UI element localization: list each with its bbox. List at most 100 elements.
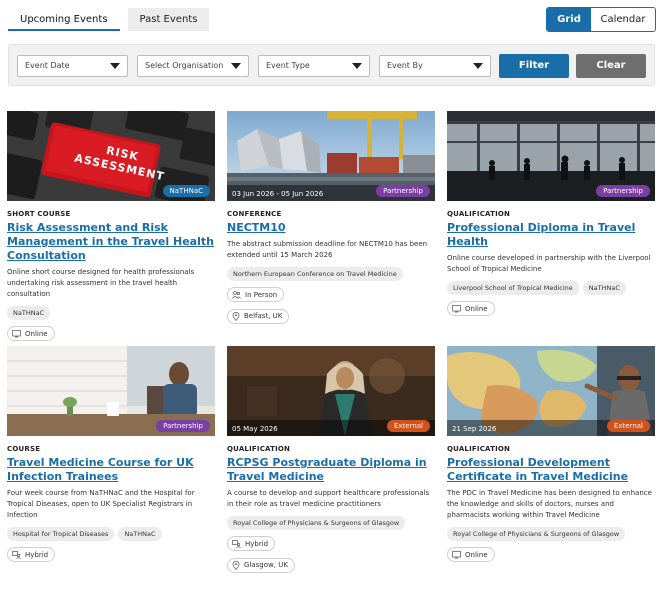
delivery-mode-label: Online [465, 304, 488, 313]
tab-past-events[interactable]: Past Events [127, 8, 210, 31]
event-image-graduate[interactable]: 05 May 2026 External [227, 346, 435, 436]
card-tags: Hospital for Tropical Diseases NaTHNaC [7, 527, 215, 541]
chevron-down-icon [473, 63, 483, 69]
delivery-mode: Hybrid [227, 536, 276, 551]
event-card: Partnership Qualification Professional D… [447, 111, 655, 317]
card-tags: NaTHNaC [7, 306, 215, 320]
clear-button[interactable]: Clear [576, 54, 646, 78]
location-pin-icon [232, 311, 240, 321]
delivery-mode-label: Online [25, 329, 48, 338]
chevron-down-icon [110, 63, 120, 69]
hybrid-icon [12, 550, 21, 559]
card-title-link[interactable]: Travel Medicine Course for UK Infection … [7, 456, 215, 484]
delivery-mode: Hybrid [7, 547, 56, 562]
delivery-mode: Online [7, 326, 55, 341]
event-image-belfast[interactable]: 03 Jun 2026 - 05 Jun 2026 Partnership [227, 111, 435, 201]
card-description: Four week course from NaTHNaC and the Ho… [7, 489, 195, 519]
provider-badge: External [386, 420, 430, 432]
provider-badge: Partnership [376, 185, 430, 197]
meta-row: Online [447, 295, 655, 317]
chevron-down-icon [352, 63, 362, 69]
organisation-select-label: Select Organisation [145, 61, 224, 70]
organisation-tag: NaTHNaC [7, 306, 51, 320]
organisation-tag: Royal College of Physicians & Surgeons o… [227, 516, 406, 530]
card-type: Qualification [447, 210, 511, 218]
grid-view-button[interactable]: Grid [547, 8, 591, 31]
card-tags: Royal College of Physicians & Surgeons o… [447, 527, 655, 541]
card-title-link[interactable]: Professional Development Certificate in … [447, 456, 655, 484]
event-card: Partnership Course Travel Medicine Cours… [7, 346, 215, 563]
event-date: 21 Sep 2026 [452, 425, 497, 433]
organisation-tag: NaTHNaC [582, 281, 626, 295]
monitor-icon [452, 550, 461, 558]
card-title-link[interactable]: NECTM10 [227, 221, 435, 235]
meta-row: Hybrid [227, 530, 435, 552]
organisation-tag: Hospital for Tropical Diseases [7, 527, 115, 541]
event-date-select[interactable]: Event Date [17, 55, 128, 77]
card-type: Conference [227, 210, 282, 218]
filter-bar: Event Date Select Organisation Event Typ… [8, 44, 655, 86]
organisation-tag: Northern European Conference on Travel M… [227, 267, 403, 281]
meta-row: Online [7, 320, 215, 342]
card-description: Online short course designed for health … [7, 268, 195, 298]
event-card: RISK ASSESSMENT NaTHNaC Short Course Ris… [7, 111, 215, 342]
provider-badge: Partnership [596, 185, 650, 197]
event-type-select[interactable]: Event Type [258, 55, 370, 77]
view-toggle: Grid Calendar [546, 7, 656, 32]
card-description: A course to develop and support healthca… [227, 489, 430, 508]
event-tabs: Upcoming Events Past Events [8, 8, 210, 31]
card-type: Course [7, 445, 41, 453]
provider-badge: NaTHNaC [162, 185, 210, 197]
card-description: Online course developed in partnership w… [447, 254, 651, 273]
card-tags: Royal College of Physicians & Surgeons o… [227, 516, 435, 530]
monitor-icon [12, 329, 21, 337]
card-type: Qualification [227, 445, 291, 453]
delivery-mode: In Person [227, 287, 285, 302]
chevron-down-icon [231, 63, 241, 69]
event-date-select-label: Event Date [25, 61, 70, 70]
provider-badge: Partnership [156, 420, 210, 432]
event-location: Glasgow, UK [227, 557, 295, 573]
monitor-icon [452, 304, 461, 312]
event-card: 03 Jun 2026 - 05 Jun 2026 Partnership Co… [227, 111, 435, 325]
organisation-tag: NaTHNaC [118, 527, 162, 541]
card-type: Qualification [447, 445, 511, 453]
hybrid-icon [232, 539, 241, 548]
meta-row: Belfast, UK [227, 303, 435, 325]
calendar-view-button[interactable]: Calendar [591, 8, 655, 31]
organisation-tag: Liverpool School of Tropical Medicine [447, 281, 579, 295]
organisation-select[interactable]: Select Organisation [137, 55, 249, 77]
people-icon [232, 290, 241, 299]
event-image-map[interactable]: 21 Sep 2026 External [447, 346, 655, 436]
event-type-select-label: Event Type [266, 61, 310, 70]
event-image-office[interactable]: Partnership [7, 346, 215, 436]
card-title-link[interactable]: RCPSG Postgraduate Diploma in Travel Med… [227, 456, 435, 484]
meta-row: In Person [227, 281, 435, 303]
event-date: 03 Jun 2026 - 05 Jun 2026 [232, 190, 324, 198]
filter-button[interactable]: Filter [499, 54, 569, 78]
card-tags: Liverpool School of Tropical Medicine Na… [447, 281, 655, 295]
organisation-tag: Royal College of Physicians & Surgeons o… [447, 527, 626, 541]
event-by-select[interactable]: Event By [379, 55, 491, 77]
delivery-mode-label: Hybrid [245, 539, 269, 548]
delivery-mode: Online [447, 547, 495, 562]
delivery-mode: Online [447, 301, 495, 316]
delivery-mode-label: Online [465, 550, 488, 559]
event-image-keyboard[interactable]: RISK ASSESSMENT NaTHNaC [7, 111, 215, 201]
meta-row: Glasgow, UK [227, 552, 435, 574]
meta-row: Online [447, 541, 655, 563]
event-location-label: Belfast, UK [244, 312, 283, 320]
event-by-select-label: Event By [387, 61, 423, 70]
event-image-airport[interactable]: Partnership [447, 111, 655, 201]
delivery-mode-label: In Person [245, 290, 278, 299]
card-type: Short Course [7, 210, 71, 218]
event-location: Belfast, UK [227, 308, 290, 324]
card-tags: Northern European Conference on Travel M… [227, 267, 435, 281]
card-title-link[interactable]: Risk Assessment and Risk Management in t… [7, 221, 215, 263]
card-title-link[interactable]: Professional Diploma in Travel Health [447, 221, 655, 249]
event-card: 05 May 2026 External Qualification RCPSG… [227, 346, 435, 574]
delivery-mode-label: Hybrid [25, 550, 49, 559]
card-description: The PDC in Travel Medicine has been desi… [447, 489, 652, 519]
event-date: 05 May 2026 [232, 425, 278, 433]
tab-upcoming-events[interactable]: Upcoming Events [8, 8, 120, 31]
